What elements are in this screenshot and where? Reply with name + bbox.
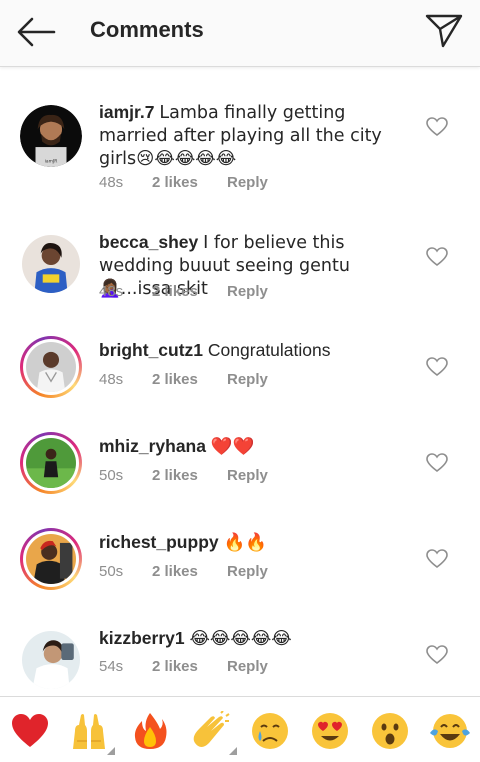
comment-timestamp: 50s <box>99 467 124 484</box>
fire-emoji-button[interactable] <box>128 709 172 753</box>
tears-of-joy-emoji-button[interactable] <box>428 709 472 753</box>
heart-outline-icon[interactable] <box>426 117 448 137</box>
heart-eyes-emoji-button[interactable] <box>308 709 352 753</box>
clapping-hands-emoji-button[interactable] <box>189 709 237 755</box>
comment-text: 😂😂😂😂😂 <box>189 629 292 649</box>
reply-button[interactable]: Reply <box>227 174 268 191</box>
comment-likes[interactable]: 2 likes <box>152 174 198 191</box>
reply-button[interactable]: Reply <box>227 283 268 300</box>
comment-timestamp: 50s <box>99 563 124 580</box>
comment-username[interactable]: iamjr.7 <box>99 102 154 122</box>
heart-outline-icon[interactable] <box>426 549 448 569</box>
raising-hands-emoji-button[interactable] <box>67 709 115 755</box>
comment-likes[interactable]: 2 likes <box>152 658 198 675</box>
comment-text: 🔥🔥 <box>223 533 268 553</box>
comment-username[interactable]: bright_cutz1 <box>99 340 203 360</box>
arrow-left-icon[interactable] <box>14 12 58 52</box>
astonished-face-emoji-button[interactable] <box>368 709 412 753</box>
heart-outline-icon[interactable] <box>426 357 448 377</box>
comment-text: Congratulations <box>207 340 331 360</box>
heart-outline-icon[interactable] <box>426 247 448 267</box>
comment-likes[interactable]: 2 likes <box>152 283 198 300</box>
comment-timestamp: 48s <box>99 174 124 191</box>
crying-face-emoji-button[interactable] <box>248 709 292 753</box>
comment-text: ❤️❤️ <box>210 437 255 457</box>
avatar[interactable]: iamJR <box>20 105 82 167</box>
comment-timestamp: 48s <box>99 283 124 300</box>
avatar-story-ring[interactable] <box>20 336 82 398</box>
svg-text:iamJR: iamJR <box>45 159 58 165</box>
comment-username[interactable]: kizzberry1 <box>99 628 185 648</box>
avatar[interactable] <box>20 233 82 295</box>
heart-outline-icon[interactable] <box>426 645 448 665</box>
comment-list: iamJR iamjr.7 Lamba finally getting marr… <box>0 67 480 695</box>
comment-likes[interactable]: 2 likes <box>152 563 198 580</box>
paper-plane-icon[interactable] <box>422 10 466 52</box>
comment-timestamp: 48s <box>99 371 124 388</box>
comment-username[interactable]: mhiz_ryhana <box>99 436 206 456</box>
comment-username[interactable]: becca_shey <box>99 232 198 252</box>
avatar-story-ring[interactable] <box>20 528 82 590</box>
reply-button[interactable]: Reply <box>227 658 268 675</box>
emoji-reaction-bar <box>0 696 480 762</box>
comment-likes[interactable]: 2 likes <box>152 371 198 388</box>
reply-button[interactable]: Reply <box>227 371 268 388</box>
comment-likes[interactable]: 2 likes <box>152 467 198 484</box>
red-heart-emoji-button[interactable] <box>8 709 52 753</box>
comment-timestamp: 54s <box>99 658 124 675</box>
heart-outline-icon[interactable] <box>426 453 448 473</box>
header-bar: Comments <box>0 0 480 67</box>
avatar[interactable] <box>20 629 82 691</box>
avatar-story-ring[interactable] <box>20 432 82 494</box>
comment-username[interactable]: richest_puppy <box>99 532 219 552</box>
reply-button[interactable]: Reply <box>227 563 268 580</box>
page-title: Comments <box>90 17 204 42</box>
reply-button[interactable]: Reply <box>227 467 268 484</box>
